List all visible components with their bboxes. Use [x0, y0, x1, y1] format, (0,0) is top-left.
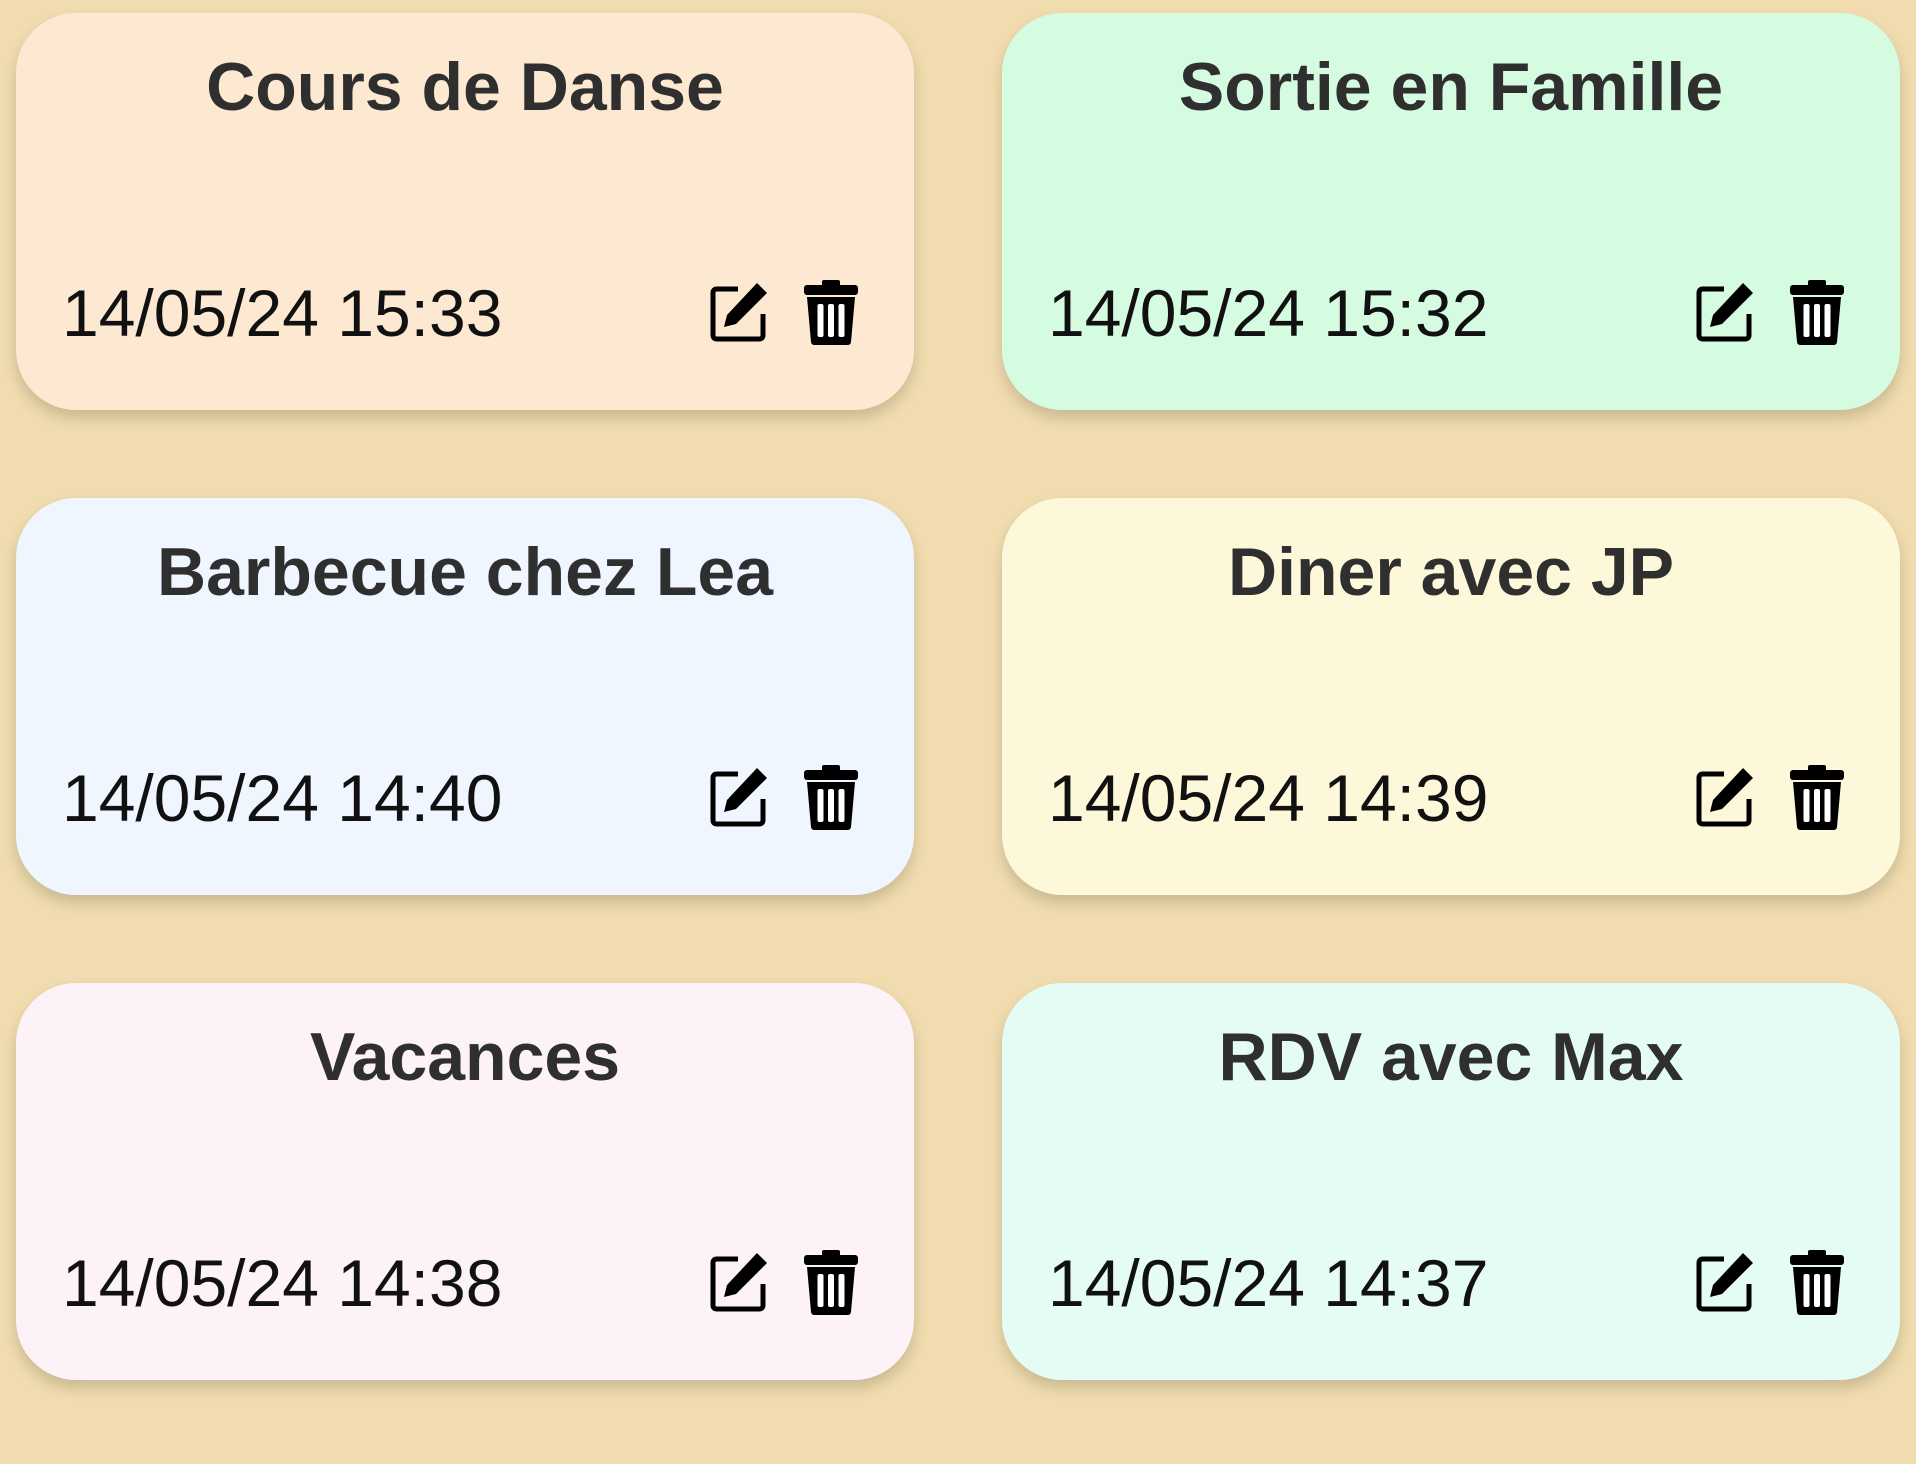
- edit-icon: [707, 281, 771, 345]
- note-actions: [1692, 278, 1850, 348]
- trash-icon: [803, 1250, 859, 1316]
- edit-button[interactable]: [706, 278, 772, 348]
- notes-grid: Cours de Danse 14/05/24 15:33 Sortie en …: [16, 13, 1900, 1380]
- note-footer: 14/05/24 15:33: [62, 273, 864, 353]
- edit-button[interactable]: [1692, 1248, 1758, 1318]
- note-actions: [1692, 763, 1850, 833]
- note-card[interactable]: Vacances 14/05/24 14:38: [16, 983, 914, 1380]
- note-footer: 14/05/24 14:38: [62, 1243, 864, 1323]
- trash-icon: [1789, 765, 1845, 831]
- trash-icon: [1789, 280, 1845, 346]
- note-footer: 14/05/24 14:39: [1048, 758, 1850, 838]
- note-title: Diner avec JP: [1227, 534, 1675, 610]
- trash-icon: [803, 765, 859, 831]
- note-date: 14/05/24 15:32: [1048, 276, 1489, 350]
- note-title: Sortie en Famille: [1178, 49, 1724, 125]
- note-actions: [706, 278, 864, 348]
- delete-button[interactable]: [1784, 1248, 1850, 1318]
- edit-button[interactable]: [1692, 278, 1758, 348]
- note-card[interactable]: Sortie en Famille 14/05/24 15:32: [1002, 13, 1900, 410]
- note-actions: [706, 1248, 864, 1318]
- note-date: 14/05/24 14:38: [62, 1246, 503, 1320]
- note-title: Cours de Danse: [206, 49, 724, 125]
- note-footer: 14/05/24 14:40: [62, 758, 864, 838]
- edit-icon: [707, 1251, 771, 1315]
- edit-button[interactable]: [706, 1248, 772, 1318]
- edit-button[interactable]: [1692, 763, 1758, 833]
- note-footer: 14/05/24 15:32: [1048, 273, 1850, 353]
- edit-icon: [707, 766, 771, 830]
- delete-button[interactable]: [798, 763, 864, 833]
- note-date: 14/05/24 14:37: [1048, 1246, 1489, 1320]
- edit-icon: [1693, 1251, 1757, 1315]
- delete-button[interactable]: [798, 278, 864, 348]
- note-card[interactable]: Barbecue chez Lea 14/05/24 14:40: [16, 498, 914, 895]
- note-date: 14/05/24 15:33: [62, 276, 503, 350]
- note-date: 14/05/24 14:40: [62, 761, 503, 835]
- delete-button[interactable]: [1784, 278, 1850, 348]
- note-title: RDV avec Max: [1218, 1019, 1684, 1095]
- note-actions: [706, 763, 864, 833]
- delete-button[interactable]: [1784, 763, 1850, 833]
- note-title: Vacances: [309, 1019, 621, 1095]
- note-card[interactable]: Diner avec JP 14/05/24 14:39: [1002, 498, 1900, 895]
- delete-button[interactable]: [798, 1248, 864, 1318]
- edit-button[interactable]: [706, 763, 772, 833]
- edit-icon: [1693, 281, 1757, 345]
- trash-icon: [1789, 1250, 1845, 1316]
- note-card[interactable]: RDV avec Max 14/05/24 14:37: [1002, 983, 1900, 1380]
- note-footer: 14/05/24 14:37: [1048, 1243, 1850, 1323]
- note-actions: [1692, 1248, 1850, 1318]
- edit-icon: [1693, 766, 1757, 830]
- note-title: Barbecue chez Lea: [156, 534, 774, 610]
- note-date: 14/05/24 14:39: [1048, 761, 1489, 835]
- trash-icon: [803, 280, 859, 346]
- note-card[interactable]: Cours de Danse 14/05/24 15:33: [16, 13, 914, 410]
